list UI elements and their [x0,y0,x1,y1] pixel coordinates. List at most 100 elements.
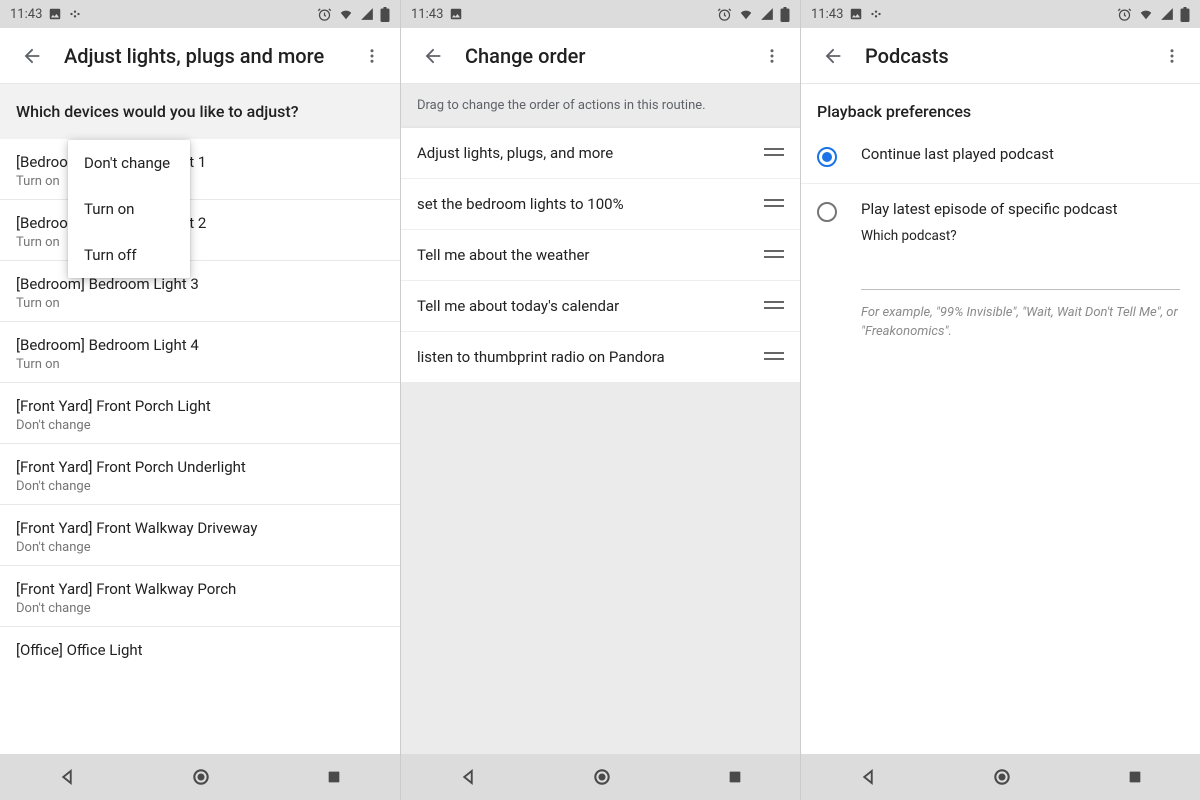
reorder-list: Adjust lights, plugs, and more set the b… [401,127,800,382]
back-button[interactable] [815,45,851,67]
drag-handle-icon[interactable] [764,195,784,213]
option-sublabel: Which podcast? [861,228,1184,244]
nav-recent-icon[interactable] [727,769,743,785]
back-arrow-icon [21,45,43,67]
nav-back-icon[interactable] [58,768,76,786]
reorder-row[interactable]: Adjust lights, plugs, and more [401,128,800,179]
wifi-icon [338,7,354,21]
popup-option-turn-on[interactable]: Turn on [68,186,190,232]
android-navbar [0,754,400,800]
device-state: Turn on [16,357,384,372]
device-name: [Front Yard] Front Porch Underlight [16,458,384,476]
device-row[interactable]: [Front Yard] Front Porch Underlight Don'… [0,444,400,505]
popup-option-turn-off[interactable]: Turn off [68,232,190,278]
status-bar: 11:43 [401,0,800,28]
status-time: 11:43 [811,7,843,22]
reorder-instruction: Drag to change the order of actions in t… [401,84,800,127]
action-label: Adjust lights, plugs, and more [417,144,613,162]
device-row[interactable]: [Bedroom] Bedroom Light 3 Turn on [0,261,400,322]
section-question: Which devices would you like to adjust? [0,84,400,139]
assistant-dots-icon [68,7,82,21]
podcast-hint: For example, "99% Invisible", "Wait, Wai… [861,304,1180,342]
page-title: Change order [451,44,754,68]
device-name: [Bedroom] Bedroom Light 4 [16,336,384,354]
reorder-row[interactable]: Tell me about today's calendar [401,281,800,332]
action-label: set the bedroom lights to 100% [417,195,624,213]
drag-handle-icon[interactable] [764,246,784,264]
screen-podcasts: 11:43 Podcasts Playback preferences [800,0,1200,800]
device-state: Don't change [16,479,384,494]
radio-selected-icon[interactable] [817,147,839,167]
drag-handle-icon[interactable] [764,297,784,315]
device-row[interactable]: [Front Yard] Front Walkway Driveway Don'… [0,505,400,566]
device-row[interactable]: [Bedroo m] Bedroom Li ght 2 Turn on [0,200,400,261]
device-state: Turn on [16,296,384,311]
radio-unselected-icon[interactable] [817,202,839,222]
app-bar: Podcasts [801,28,1200,84]
status-bar: 11:43 [801,0,1200,28]
screen-change-order: 11:43 Change order Drag to change the or… [400,0,800,800]
popup-option-dont-change[interactable]: Don't change [68,140,190,186]
status-time: 11:43 [411,7,443,22]
overflow-button[interactable] [754,47,790,65]
action-label: listen to thumbprint radio on Pandora [417,348,665,366]
image-icon [849,7,863,21]
overflow-icon [1163,47,1181,65]
nav-back-icon[interactable] [459,768,477,786]
empty-area [401,382,800,754]
device-state: Don't change [16,540,384,555]
podcast-name-input[interactable] [861,264,1180,290]
back-button[interactable] [14,45,50,67]
back-arrow-icon [822,45,844,67]
divider [801,183,1200,184]
signal-icon [1160,7,1174,21]
image-icon [449,7,463,21]
signal-icon [760,7,774,21]
image-icon [48,7,62,21]
wifi-icon [1138,7,1154,21]
reorder-row[interactable]: Tell me about the weather [401,230,800,281]
assistant-dots-icon [869,7,883,21]
option-continue-last[interactable]: Continue last played podcast [801,135,1200,177]
device-row[interactable]: [Front Yard] Front Walkway Porch Don't c… [0,566,400,627]
signal-icon [360,7,374,21]
battery-icon [380,7,390,22]
battery-icon [780,7,790,22]
nav-home-icon[interactable] [992,767,1012,787]
device-row[interactable]: [Bedroom] Bedroom Light 4 Turn on [0,322,400,383]
android-navbar [801,754,1200,800]
overflow-button[interactable] [1154,47,1190,65]
drag-handle-icon[interactable] [764,348,784,366]
drag-handle-icon[interactable] [764,144,784,162]
back-button[interactable] [415,45,451,67]
action-label: Tell me about the weather [417,246,590,264]
page-title: Adjust lights, plugs and more [50,44,354,68]
back-arrow-icon [422,45,444,67]
nav-recent-icon[interactable] [326,769,342,785]
device-row[interactable]: [Front Yard] Front Porch Light Don't cha… [0,383,400,444]
device-action-popup: Don't change Turn on Turn off [68,140,190,278]
reorder-row[interactable]: listen to thumbprint radio on Pandora [401,332,800,382]
overflow-icon [363,47,381,65]
option-label: Continue last played podcast [861,145,1184,163]
overflow-button[interactable] [354,47,390,65]
nav-home-icon[interactable] [592,767,612,787]
nav-recent-icon[interactable] [1127,769,1143,785]
overflow-icon [763,47,781,65]
nav-home-icon[interactable] [191,767,211,787]
status-bar: 11:43 [0,0,400,28]
alarm-icon [317,7,332,22]
section-playback-preferences: Playback preferences [801,84,1200,135]
status-time: 11:43 [10,7,42,22]
battery-icon [1180,7,1190,22]
device-name: [Front Yard] Front Porch Light [16,397,384,415]
device-row[interactable]: [Office] Office Light [0,627,400,672]
app-bar: Adjust lights, plugs and more [0,28,400,84]
device-row[interactable]: [Bedroo m] Bedroom Li ght 1 Turn on [0,139,400,200]
device-state: Don't change [16,601,384,616]
alarm-icon [717,7,732,22]
page-title: Podcasts [851,44,1154,68]
nav-back-icon[interactable] [859,768,877,786]
option-specific-podcast[interactable]: Play latest episode of specific podcast … [801,190,1200,254]
reorder-row[interactable]: set the bedroom lights to 100% [401,179,800,230]
